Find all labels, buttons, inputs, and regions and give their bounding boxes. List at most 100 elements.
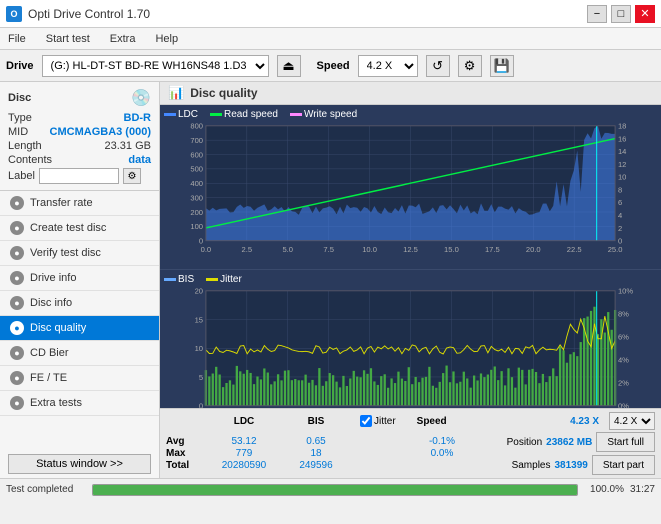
progress-bar-background <box>92 484 578 496</box>
maximize-button[interactable]: □ <box>611 5 631 23</box>
stats-max-label: Max <box>166 448 202 459</box>
sidebar-item-drive-info[interactable]: ●Drive info <box>0 266 159 291</box>
svg-text:0%: 0% <box>618 401 629 408</box>
sidebar-item-create-test-disc[interactable]: ● Create test disc <box>0 216 159 241</box>
stats-header-row: LDC BIS Jitter Speed 4.23 X 4.2 X <box>166 412 655 430</box>
status-text: Test completed <box>6 484 86 495</box>
svg-text:5: 5 <box>199 372 203 381</box>
svg-text:20.0: 20.0 <box>526 245 541 254</box>
create-test-disc-label: Create test disc <box>30 222 106 234</box>
progress-percent: 100.0% <box>584 484 624 495</box>
start-full-button[interactable]: Start full <box>596 432 655 452</box>
chart-header-title: Disc quality <box>190 86 257 100</box>
svg-text:5.0: 5.0 <box>282 245 293 254</box>
stats-bar: LDC BIS Jitter Speed 4.23 X 4.2 X Avg 53… <box>160 408 661 478</box>
disc-quality-label: Disc quality <box>30 322 86 334</box>
svg-text:10: 10 <box>618 173 626 182</box>
drive-label: Drive <box>6 60 34 72</box>
progress-time: 31:27 <box>630 484 655 495</box>
chart-header-icon: 📊 <box>168 85 184 101</box>
verify-test-disc-icon: ● <box>10 246 24 260</box>
disc-mid-value: CMCMAGBA3 (000) <box>50 126 151 138</box>
cd-bier-label: CD Bier <box>30 347 69 359</box>
disc-label-input[interactable] <box>39 168 119 184</box>
speed-select-drive[interactable]: 4.2 X <box>358 55 418 77</box>
sidebar-item-cd-bier[interactable]: ● CD Bier <box>0 341 159 366</box>
titlebar: O Opti Drive Control 1.70 − □ ✕ <box>0 0 661 28</box>
sidebar-item-verify-test-disc[interactable]: ●Verify test disc <box>0 241 159 266</box>
disc-length-value: 23.31 GB <box>105 140 151 152</box>
menu-start-test[interactable]: Start test <box>42 31 94 47</box>
svg-text:0: 0 <box>199 401 203 408</box>
close-button[interactable]: ✕ <box>635 5 655 23</box>
sidebar-item-disc-info[interactable]: ●Disc info <box>0 291 159 316</box>
stats-total-row: Total 20280590 249596 <box>166 460 472 471</box>
disc-title: Disc <box>8 92 31 104</box>
menu-file[interactable]: File <box>4 31 30 47</box>
cd-bier-icon: ● <box>10 346 24 360</box>
svg-text:200: 200 <box>190 208 203 217</box>
minimize-button[interactable]: − <box>587 5 607 23</box>
stats-speed-select[interactable]: 4.2 X <box>609 412 655 430</box>
chart-header: 📊 Disc quality <box>160 82 661 105</box>
disc-label-label: Label <box>8 170 35 182</box>
sidebar-item-disc-quality[interactable]: ●Disc quality <box>0 316 159 341</box>
progress-area: Test completed 100.0% 31:27 <box>0 478 661 500</box>
bottom-legend: BIS Jitter <box>164 274 657 285</box>
disc-contents-row: Contents data <box>8 154 151 166</box>
drivebar: Drive (G:) HL-DT-ST BD-RE WH16NS48 1.D3 … <box>0 50 661 82</box>
stats-avg-bis: 0.65 <box>286 436 346 447</box>
svg-text:4: 4 <box>618 211 622 220</box>
save-button[interactable]: 💾 <box>490 55 514 77</box>
progress-bar-fill <box>93 485 577 495</box>
settings-button[interactable]: ⚙ <box>458 55 482 77</box>
stats-avg-ldc: 53.12 <box>208 436 280 447</box>
disc-header: Disc 💿 <box>8 88 151 108</box>
stats-ldc-header: LDC <box>208 416 280 427</box>
eject-button[interactable]: ⏏ <box>277 55 301 77</box>
svg-text:17.5: 17.5 <box>485 245 500 254</box>
svg-text:6: 6 <box>618 198 622 207</box>
sidebar-item-transfer-rate[interactable]: ●Transfer rate <box>0 191 159 216</box>
svg-text:22.5: 22.5 <box>567 245 582 254</box>
top-chart-svg: 0100200300400500600700800024681012141618… <box>164 122 657 260</box>
svg-text:16: 16 <box>618 134 626 143</box>
sidebar: Disc 💿 Type BD-R MID CMCMAGBA3 (000) Len… <box>0 82 160 478</box>
extra-tests-label: Extra tests <box>30 397 82 409</box>
top-legend: LDC Read speed Write speed <box>164 109 657 120</box>
disc-label-button[interactable]: ⚙ <box>123 168 141 184</box>
svg-text:2: 2 <box>618 224 622 233</box>
refresh-button[interactable]: ↺ <box>426 55 450 77</box>
stats-avg-jitter: -0.1% <box>412 436 472 447</box>
nav-items: ●Transfer rate●Create test disc●Verify t… <box>0 191 159 416</box>
disc-type-value: BD-R <box>124 112 152 124</box>
speed-label: Speed <box>317 60 350 72</box>
transfer-rate-label: Transfer rate <box>30 197 93 209</box>
svg-text:14: 14 <box>618 147 626 156</box>
disc-info-label: Disc info <box>30 297 72 309</box>
disc-panel: Disc 💿 Type BD-R MID CMCMAGBA3 (000) Len… <box>0 82 159 191</box>
stats-total-ldc: 20280590 <box>208 460 280 471</box>
sidebar-item-extra-tests[interactable]: ●Extra tests <box>0 391 159 416</box>
drive-select[interactable]: (G:) HL-DT-ST BD-RE WH16NS48 1.D3 <box>42 55 269 77</box>
svg-text:10: 10 <box>195 344 203 353</box>
stats-max-ldc: 779 <box>208 448 280 459</box>
create-test-disc-icon: ● <box>10 221 24 235</box>
right-panel: 📊 Disc quality LDC Read speed Write spee… <box>160 82 661 478</box>
menu-extra[interactable]: Extra <box>106 31 140 47</box>
svg-text:25.0: 25.0 <box>608 245 623 254</box>
fe-te-label: FE / TE <box>30 372 67 384</box>
jitter-checkbox[interactable] <box>360 415 372 427</box>
stats-total-label: Total <box>166 460 202 471</box>
sidebar-item-fe-te[interactable]: ●FE / TE <box>0 366 159 391</box>
legend-bis: BIS <box>164 274 194 285</box>
menu-help[interactable]: Help <box>151 31 182 47</box>
svg-text:2.5: 2.5 <box>242 245 253 254</box>
titlebar-left: O Opti Drive Control 1.70 <box>6 6 150 22</box>
disc-label-row: Label ⚙ <box>8 168 151 184</box>
svg-text:10.0: 10.0 <box>362 245 377 254</box>
svg-text:15: 15 <box>195 315 203 324</box>
status-window-button[interactable]: Status window >> <box>8 454 151 474</box>
start-part-button[interactable]: Start part <box>592 455 655 475</box>
stats-speed-value: 4.23 X <box>570 416 599 427</box>
